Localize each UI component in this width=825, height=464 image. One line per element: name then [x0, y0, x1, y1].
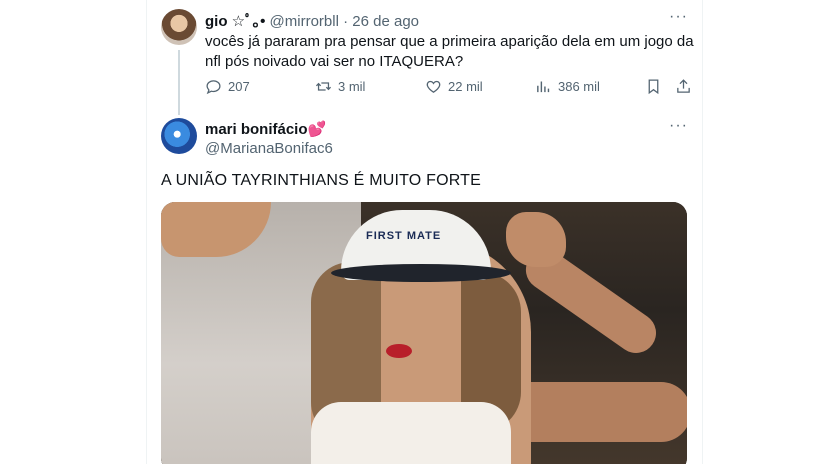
handle[interactable]: @mirrorbll: [270, 13, 339, 30]
photo-cap-brim: [331, 264, 511, 282]
share-button[interactable]: [675, 78, 692, 95]
more-options-icon[interactable]: ···: [669, 117, 688, 135]
share-icon: [677, 79, 690, 93]
reply-icon: [206, 80, 221, 95]
tweet-actions: 207 3 mil 22 mil 386 mil: [205, 78, 695, 100]
heart-icon: [426, 80, 441, 93]
left-margin: [0, 0, 147, 464]
retweet-icon: [315, 82, 332, 91]
more-options-icon[interactable]: ···: [669, 8, 688, 26]
display-name[interactable]: mari bonifácio: [205, 121, 308, 138]
name-decoration: ☆ﾟ｡•: [231, 13, 266, 30]
reply-count: 207: [228, 79, 250, 94]
right-margin: [702, 0, 825, 464]
views-button[interactable]: 386 mil: [535, 78, 600, 95]
photo-lips: [386, 344, 412, 358]
retweet-button[interactable]: 3 mil: [315, 78, 365, 95]
views-count: 386 mil: [558, 79, 600, 94]
photo-lace-top: [311, 402, 511, 464]
separator-dot: ·: [343, 13, 349, 30]
retweet-count: 3 mil: [338, 79, 366, 94]
avatar[interactable]: [161, 118, 197, 154]
photo-hand: [506, 212, 566, 267]
tweet-mari[interactable]: mari bonifácio💕 @MarianaBonifac6 ··· A U…: [147, 110, 702, 464]
analytics-icon: [537, 81, 550, 93]
tweet-photo[interactable]: FIRST MATE: [161, 202, 687, 464]
timeline-feed: gio ☆ﾟ｡• @mirrorbll · 26 de ago ··· você…: [147, 0, 702, 464]
bookmark-icon: [648, 79, 659, 95]
like-button[interactable]: 22 mil: [425, 78, 483, 95]
bookmark-button[interactable]: [645, 78, 662, 95]
avatar[interactable]: [161, 9, 197, 45]
tweet-date[interactable]: 26 de ago: [352, 13, 419, 30]
display-name[interactable]: gio: [205, 13, 228, 30]
thread-connector-line: [178, 50, 180, 115]
photo-cap-text: FIRST MATE: [366, 230, 442, 242]
tweet-text: A UNIÃO TAYRINTHIANS É MUITO FORTE: [161, 172, 482, 189]
heart-emoji-icon: 💕: [307, 121, 327, 138]
tweet-gio[interactable]: gio ☆ﾟ｡• @mirrorbll · 26 de ago ··· você…: [147, 0, 702, 115]
tweet-text: vocês já pararam pra pensar que a primei…: [205, 33, 694, 70]
handle[interactable]: @MarianaBonifac6: [205, 140, 333, 157]
like-count: 22 mil: [448, 79, 483, 94]
tweet-header: mari bonifácio💕: [205, 120, 326, 138]
reply-button[interactable]: 207: [205, 78, 250, 95]
tweet-header: gio ☆ﾟ｡• @mirrorbll · 26 de ago: [205, 10, 419, 31]
